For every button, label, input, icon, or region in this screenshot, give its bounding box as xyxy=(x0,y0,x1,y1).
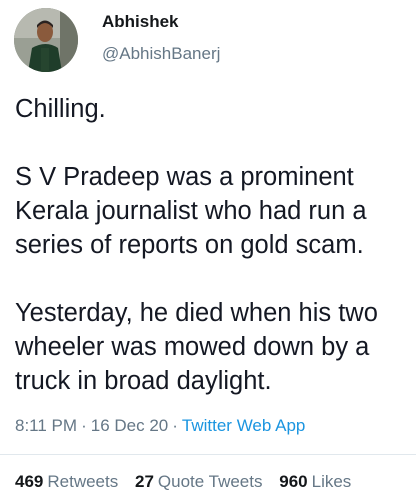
avatar-photo-icon xyxy=(14,8,78,72)
divider xyxy=(0,454,416,455)
separator: · xyxy=(172,416,178,435)
retweets-count: 469 xyxy=(15,472,44,491)
retweets-label: Retweets xyxy=(47,472,119,491)
quote-tweets-count: 27 xyxy=(134,472,154,491)
author-handle[interactable]: @AbhishBanerj xyxy=(102,44,220,64)
tweet-date[interactable]: 16 Dec 20 xyxy=(91,416,169,435)
retweets-stat[interactable]: 469 Retweets xyxy=(15,472,118,491)
tweet-timestamp[interactable]: 8:11 PM · 16 Dec 20 xyxy=(15,416,168,435)
engagement-stats: 469 Retweets 27 Quote Tweets 960 Likes xyxy=(15,472,363,492)
author-name[interactable]: Abhishek xyxy=(102,12,179,32)
tweet-time[interactable]: 8:11 PM xyxy=(15,416,77,435)
tweet-metadata: 8:11 PM · 16 Dec 20 · Twitter Web App xyxy=(15,416,305,436)
avatar[interactable] xyxy=(14,8,78,72)
tweet-paragraph: S V Pradeep was a prominent Kerala journ… xyxy=(15,163,367,259)
quote-tweets-stat[interactable]: 27 Quote Tweets xyxy=(135,472,263,491)
tweet-paragraph: Yesterday, he died when his two wheeler … xyxy=(15,299,378,395)
tweet-source-link[interactable]: Twitter Web App xyxy=(182,416,305,435)
tweet-paragraph: Chilling. xyxy=(15,95,106,123)
tweet-text: Chilling. S V Pradeep was a prominent Ke… xyxy=(15,92,413,398)
tweet-card: Abhishek @AbhishBanerj Chilling. S V Pra… xyxy=(0,0,416,500)
likes-label: Likes xyxy=(311,472,352,491)
separator: · xyxy=(81,416,87,435)
likes-stat[interactable]: 960 Likes xyxy=(279,472,351,491)
likes-count: 960 xyxy=(279,472,308,491)
quote-tweets-label: Quote Tweets xyxy=(157,472,263,491)
